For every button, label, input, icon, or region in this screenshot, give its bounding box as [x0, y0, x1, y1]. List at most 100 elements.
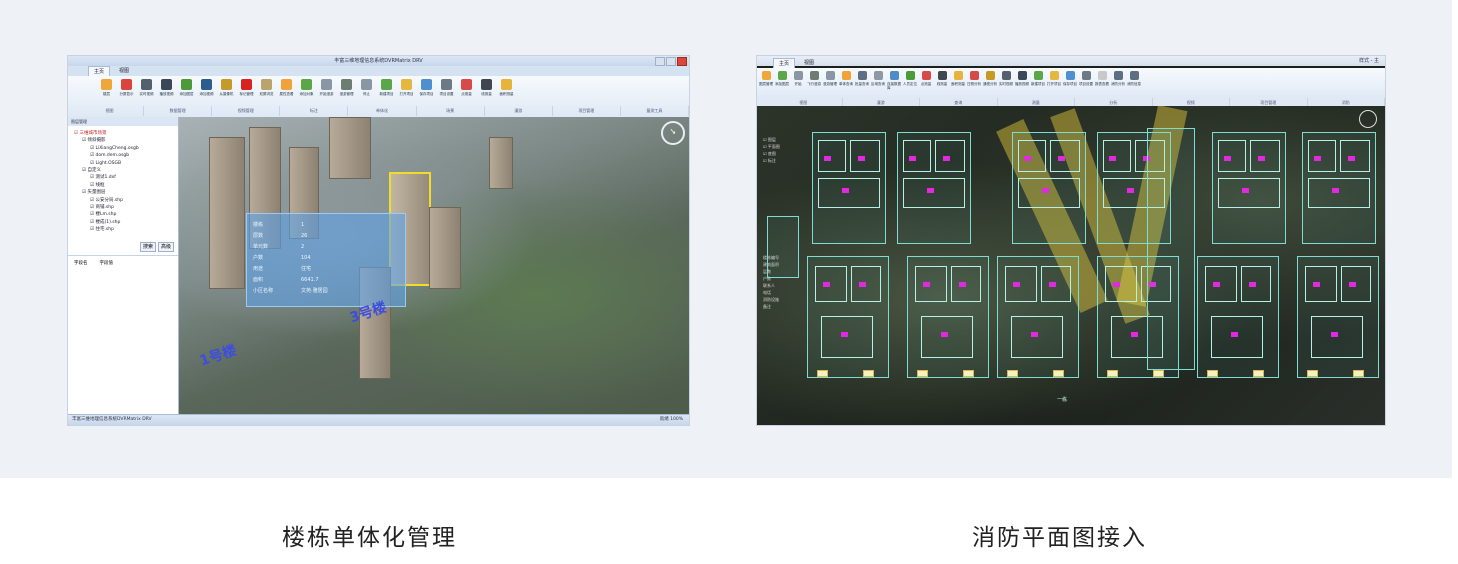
- ribbon-button-label: 实时视频: [999, 82, 1013, 86]
- ribbon-button[interactable]: 消防分析: [1111, 71, 1125, 86]
- ribbon-button[interactable]: 播放视频: [1015, 71, 1029, 86]
- ribbon-button[interactable]: 添加视频: [198, 79, 215, 96]
- tab-view[interactable]: 视图: [114, 66, 134, 76]
- ribbon-button[interactable]: 人员定位: [903, 71, 917, 86]
- minimize-button[interactable]: [655, 57, 665, 66]
- ribbon-button[interactable]: 保存项目: [418, 79, 435, 96]
- tab-home[interactable]: 主页: [88, 66, 111, 76]
- ribbon-button[interactable]: 面积测量: [498, 79, 515, 96]
- tree-item[interactable]: ☑ 倾斜摄影: [74, 137, 178, 144]
- tree-item[interactable]: ☑ 三维城市场景: [74, 130, 178, 137]
- ribbon-button[interactable]: 消防信息: [1127, 71, 1141, 86]
- tree-item[interactable]: ☑ 商铺.shp: [74, 204, 178, 211]
- ribbon-button[interactable]: 属性查看: [278, 79, 295, 96]
- tab-view[interactable]: 视图: [799, 58, 819, 68]
- room-tag: [1213, 282, 1220, 287]
- popup-row: 小区名称 文苑·雅居园: [253, 286, 405, 297]
- ribbon-button[interactable]: 开始: [791, 71, 805, 86]
- tree-item[interactable]: ☑ 测试1.dxf: [74, 174, 178, 181]
- left-titlebar: 丰富三维地理信息系统DVRMatrix DRV: [68, 56, 689, 66]
- legend-row[interactable]: ☑ 平面图: [763, 143, 813, 150]
- ribbon-button[interactable]: 打开项目: [1047, 71, 1061, 86]
- ribbon-button[interactable]: 点测量: [458, 79, 475, 96]
- compass-icon[interactable]: ➘: [661, 121, 685, 145]
- walk-icon: [341, 79, 352, 90]
- ribbon-button[interactable]: 批量查询: [855, 71, 869, 86]
- ribbon-button[interactable]: 项目设置: [438, 79, 455, 96]
- fire-floorplan-map[interactable]: ☑ 图层 ☑ 平面图 ☑ 底图 ☑ 标注 楼栋编号 建筑面积 层数 户数 联系人 电话 消防设施 备注…: [757, 106, 1385, 425]
- unit-number-tag: [1153, 370, 1164, 377]
- ribbon-button[interactable]: 保存项目: [1063, 71, 1077, 86]
- building[interactable]: [489, 137, 513, 189]
- unit-number-tag: [863, 370, 874, 377]
- ribbon-button[interactable]: 线测量: [478, 79, 495, 96]
- ribbon-button[interactable]: 实时视频: [138, 79, 155, 96]
- legend-row[interactable]: ☑ 底图: [763, 150, 813, 157]
- ribbon-button[interactable]: 从摄像机: [218, 79, 235, 96]
- tree-item[interactable]: ☑ 自定义: [74, 167, 178, 174]
- floorplan-room: [903, 140, 931, 172]
- tree-item[interactable]: ☑ 矢量图层: [74, 189, 178, 196]
- floorplan-room: [1103, 140, 1131, 172]
- arrow-icon: [1129, 71, 1139, 80]
- tree-item[interactable]: ☑ LiXiangCheng.osgb: [74, 145, 178, 152]
- ribbon-button[interactable]: 通视分析: [983, 71, 997, 86]
- ribbon-button[interactable]: 双屏浏览: [258, 79, 275, 96]
- building[interactable]: [429, 207, 461, 289]
- close-button[interactable]: [677, 57, 687, 66]
- popup-row: 户数 104: [253, 253, 405, 264]
- ribbon-button-label: 分屏显示: [119, 92, 134, 96]
- maximize-button[interactable]: [666, 57, 676, 66]
- tree-item[interactable]: ☑ 公安分局.shp: [74, 197, 178, 204]
- 3d-city-scene[interactable]: 楼栋 1 层数 26 单元数 2 户数 104 用途 住宅 面积 6641.7 小区名称 文苑·雅居园 3…: [179, 117, 689, 415]
- ribbon-button[interactable]: 日照分析: [967, 71, 981, 86]
- ribbon-button[interactable]: 楼层: [98, 79, 115, 96]
- ribbon-button[interactable]: 分屏显示: [118, 79, 135, 96]
- ribbon-button[interactable]: 播放视频: [158, 79, 175, 96]
- ribbon-button[interactable]: 报表查看: [1095, 71, 1109, 86]
- save-icon: [1065, 71, 1075, 80]
- ribbon-button[interactable]: 漫游管理: [338, 79, 355, 96]
- building[interactable]: [209, 137, 245, 289]
- ribbon-button[interactable]: 项目设置: [1079, 71, 1093, 86]
- tree-item[interactable]: ☑ Light.OSGB: [74, 160, 178, 167]
- ribbon-button[interactable]: 打开项目: [398, 79, 415, 96]
- legend-row[interactable]: ☑ 图层: [763, 136, 813, 143]
- tree-item[interactable]: ☑ 楼成(1).shp: [74, 219, 178, 226]
- ribbon-group-label: 测量: [998, 98, 1075, 106]
- ribbon-button[interactable]: 新建项目: [1031, 71, 1045, 86]
- ribbon-button[interactable]: 实时视频: [999, 71, 1013, 86]
- ribbon-button[interactable]: 添加对象: [298, 79, 315, 96]
- ribbon-button[interactable]: 飞行漫游: [807, 71, 821, 86]
- ribbon-button[interactable]: 新建项目: [378, 79, 395, 96]
- tab-home[interactable]: 主页: [773, 58, 796, 68]
- ribbon-button[interactable]: 连接数据库: [887, 71, 901, 90]
- ribbon-button-label: 添加视频: [199, 92, 214, 96]
- tree-item[interactable]: ☑ 楼Lm.shp: [74, 211, 178, 218]
- room-tag: [927, 188, 934, 193]
- ribbon-button[interactable]: 单体查询: [839, 71, 853, 86]
- tree-item[interactable]: ☑ 线框: [74, 182, 178, 189]
- stair-core[interactable]: [767, 216, 799, 278]
- compass-icon[interactable]: [1359, 110, 1377, 128]
- tree-item[interactable]: ☑ 住宅.shp: [74, 226, 178, 233]
- advanced-button[interactable]: 高级: [157, 242, 174, 252]
- search-button[interactable]: 搜索: [139, 242, 156, 252]
- ribbon-button[interactable]: 添加图层: [178, 79, 195, 96]
- ribbon-button[interactable]: 漫游管理: [823, 71, 837, 86]
- building[interactable]: [329, 117, 371, 179]
- status-text: 丰富三维地理信息系统DVRMatrix DRV: [72, 417, 152, 422]
- tree-item[interactable]: ☑ dom.dem.osgb: [74, 152, 178, 159]
- ribbon-button[interactable]: 添加图层: [775, 71, 789, 86]
- ribbon-button[interactable]: 停止: [358, 79, 375, 96]
- ribbon-button[interactable]: 线测量: [935, 71, 949, 86]
- ribbon-button[interactable]: 开始漫游: [318, 79, 335, 96]
- ribbon-button[interactable]: 面积测量: [951, 71, 965, 86]
- ribbon-button[interactable]: 点测量: [919, 71, 933, 86]
- legend-row[interactable]: ☑ 标注: [763, 157, 813, 164]
- film-icon: [161, 79, 172, 90]
- ribbon-button[interactable]: 图层管理: [759, 71, 773, 86]
- ribbon-button[interactable]: 区域查询: [871, 71, 885, 86]
- ribbon-button[interactable]: 标记管理: [238, 79, 255, 96]
- stair-core[interactable]: [1147, 128, 1195, 370]
